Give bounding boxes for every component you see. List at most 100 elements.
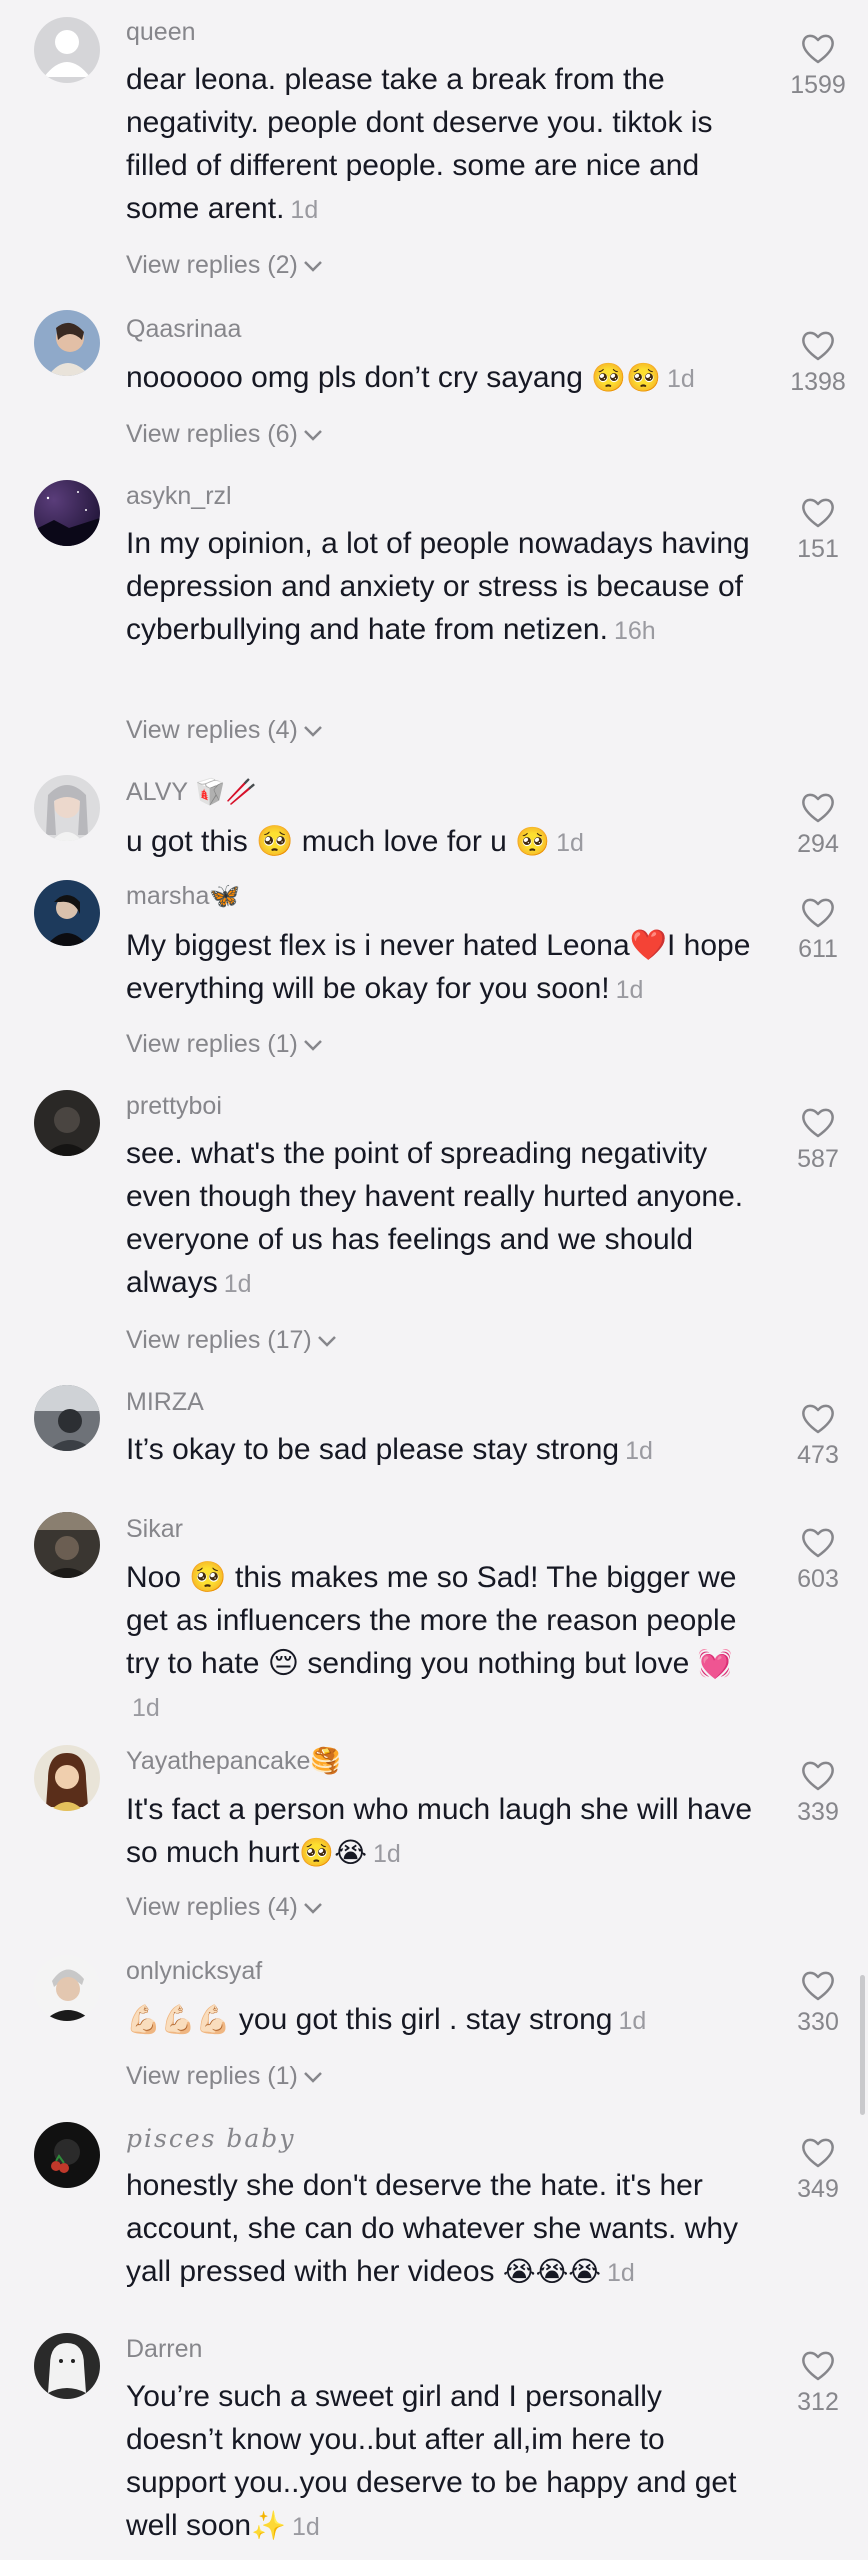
heart-outline-icon [802,498,834,528]
avatar[interactable] [34,1512,100,1578]
view-replies-button[interactable]: View replies (17) [126,1326,338,1355]
view-replies-button[interactable]: View replies (1) [126,2062,324,2091]
heart-outline-icon [802,793,834,823]
avatar[interactable] [34,775,100,841]
heart-outline-icon [802,331,834,361]
avatar[interactable] [34,1385,100,1451]
like-button[interactable]: 1398 [790,330,846,397]
emoji-text: ✨ [251,2510,286,2541]
like-count: 151 [797,535,839,563]
view-replies-button[interactable]: View replies (4) [126,1893,324,1922]
comment-time: 1d [291,2513,320,2541]
comment-text: You’re such a sweet girl and I personall… [126,2380,737,2542]
comment-text: u got this 🥺 much love for u 🥺 1d [126,825,584,858]
view-replies-button[interactable]: View replies (4) [126,716,324,745]
chevron-down-icon [303,2072,322,2084]
like-button[interactable]: 349 [790,2137,846,2204]
comment-text: dear leona. please take a break from the… [126,63,713,225]
heart-outline-icon [802,1528,834,1558]
heart-outline-icon [802,1761,834,1791]
emoji-text: 🥺🥺 [591,362,662,393]
comment-time: 1d [607,2259,635,2287]
emoji-text: 💓 [697,1648,733,1679]
like-count: 312 [797,2388,839,2416]
avatar[interactable] [34,1745,100,1811]
like-count: 339 [797,1798,839,1826]
like-count: 603 [797,1565,839,1593]
emoji-text: 💪🏻💪🏻💪🏻 [126,2004,231,2035]
like-button[interactable]: 339 [790,1760,846,1827]
like-button[interactable]: 312 [790,2350,846,2417]
comment-text: 💪🏻💪🏻💪🏻 you got this girl . stay strong 1d [126,2003,647,2036]
like-button[interactable]: 151 [790,497,846,564]
heart-outline-icon [802,1971,834,2001]
emoji-text: 🥺😭 [299,1837,368,1868]
avatar[interactable] [34,2333,100,2399]
heart-outline-icon [802,898,834,928]
comment-username[interactable]: pisces baby [126,2124,295,2153]
comment-username[interactable]: prettyboi [126,1092,222,1121]
comment-username[interactable]: ALVY 🥡🥢 [126,778,257,807]
comment-text: Noo 🥺 this makes me so Sad! The bigger w… [126,1561,737,1722]
like-button[interactable]: 330 [790,1970,846,2037]
like-button[interactable]: 1599 [790,33,846,100]
comment-text: In my opinion, a lot of people nowadays … [126,527,750,646]
like-button[interactable]: 611 [790,897,846,964]
like-count: 349 [797,2175,839,2203]
comment-time: 1d [618,2007,647,2035]
comment-text: see. what's the point of spreading negat… [126,1137,744,1299]
emoji-text: 😭😭😭 [502,2256,602,2287]
comment-username[interactable]: queen [126,18,196,47]
like-button[interactable]: 603 [790,1527,846,1594]
avatar[interactable] [34,480,100,546]
chevron-down-icon [303,1903,322,1915]
comment-time: 1d [290,196,319,224]
heart-outline-icon [802,2138,834,2168]
emoji-text: 🥺 [515,826,551,857]
comment-username[interactable]: Yayathepancake🥞 [126,1747,342,1776]
scrollbar[interactable] [860,1975,865,2115]
comment-username[interactable]: asykn_rzl [126,482,232,511]
heart-outline-icon [802,34,834,64]
like-count: 473 [797,1441,839,1469]
chevron-down-icon [303,261,322,273]
like-count: 294 [797,830,839,858]
chevron-down-icon [303,726,322,738]
heart-outline-icon [802,1404,834,1434]
view-replies-button[interactable]: View replies (6) [126,420,324,449]
avatar[interactable] [34,880,100,946]
comment-username[interactable]: onlynicksyaf [126,1957,262,1986]
like-count: 611 [798,935,838,963]
like-count: 587 [797,1145,839,1173]
view-replies-button[interactable]: View replies (2) [126,251,324,280]
comment-time: 16h [613,617,656,645]
chevron-down-icon [303,430,322,442]
avatar[interactable] [34,1955,100,2021]
comment-text: honestly she don't deserve the hate. it'… [126,2169,739,2288]
comment-username[interactable]: marsha🦋 [126,882,241,911]
like-count: 1599 [790,71,846,99]
comment-time: 1d [223,1270,252,1298]
view-replies-button[interactable]: View replies (1) [126,1030,324,1059]
comment-time: 1d [625,1437,653,1465]
heart-outline-icon [802,2351,834,2381]
comment-username[interactable]: Qaasrinaa [126,315,241,344]
like-button[interactable]: 587 [790,1107,846,1174]
comment-time: 1d [132,1694,160,1722]
chevron-down-icon [303,1040,322,1052]
comment-username[interactable]: Darren [126,2335,202,2364]
like-count: 1398 [790,368,846,396]
heart-outline-icon [802,1108,834,1138]
comment-time: 1d [373,1840,401,1868]
comment-text: noooooo omg pls don’t cry sayang 🥺🥺 1d [126,361,695,394]
comment-time: 1d [667,365,695,393]
avatar[interactable] [34,1090,100,1156]
avatar[interactable] [34,2122,100,2188]
like-button[interactable]: 473 [790,1403,846,1470]
comment-time: 1d [615,976,644,1004]
like-button[interactable]: 294 [790,792,846,859]
comment-username[interactable]: Sikar [126,1515,183,1544]
avatar[interactable] [34,310,100,376]
comment-username[interactable]: MIRZA [126,1388,204,1417]
avatar[interactable] [34,17,100,83]
